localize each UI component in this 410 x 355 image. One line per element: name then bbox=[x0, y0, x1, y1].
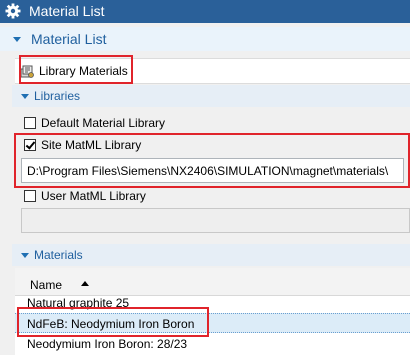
chevron-down-icon[interactable] bbox=[21, 94, 29, 99]
library-materials-label: Library Materials bbox=[39, 64, 128, 78]
material-name-cell: Neodymium Iron Boron: 28/23 bbox=[27, 337, 188, 351]
table-row-selected[interactable]: NdFeB: Neodymium Iron Boron bbox=[15, 313, 410, 333]
chevron-down-icon[interactable] bbox=[13, 37, 21, 42]
user-library-label: User MatML Library bbox=[41, 189, 146, 203]
material-name-cell: Natural graphite 25 bbox=[27, 296, 130, 310]
chevron-down-icon[interactable] bbox=[21, 253, 29, 258]
section-title: Material List bbox=[31, 31, 107, 47]
section-header-libraries[interactable]: Libraries bbox=[12, 85, 410, 107]
site-library-label: Site MatML Library bbox=[41, 138, 142, 152]
sort-ascending-icon bbox=[81, 281, 89, 286]
user-library-checkbox[interactable] bbox=[24, 190, 36, 202]
section-title: Libraries bbox=[34, 89, 81, 103]
section-title: Materials bbox=[34, 248, 83, 262]
title-bar: Material List bbox=[0, 0, 410, 23]
default-library-checkbox[interactable] bbox=[24, 117, 36, 129]
materials-table: Name Natural graphite 25 NdFeB: Neodymiu… bbox=[15, 268, 410, 355]
section-header-materials[interactable]: Materials bbox=[12, 244, 410, 266]
window-title: Material List bbox=[29, 3, 105, 19]
site-library-path-field[interactable]: D:\Program Files\Siemens\NX2406\SIMULATI… bbox=[21, 158, 404, 183]
user-library-path-field[interactable] bbox=[21, 208, 410, 233]
library-materials-icon bbox=[20, 65, 34, 78]
gear-icon bbox=[5, 3, 21, 19]
material-name-cell: NdFeB: Neodymium Iron Boron bbox=[27, 317, 195, 331]
library-materials-button[interactable]: Library Materials bbox=[15, 58, 410, 84]
table-row[interactable]: Natural graphite 25 bbox=[15, 293, 410, 313]
column-header-name[interactable]: Name bbox=[15, 268, 410, 296]
default-library-label: Default Material Library bbox=[41, 116, 166, 130]
section-header-material-list[interactable]: Material List bbox=[0, 27, 410, 51]
table-row[interactable]: Neodymium Iron Boron: 28/23 bbox=[15, 334, 410, 354]
site-library-checkbox[interactable] bbox=[24, 139, 36, 151]
column-header-label: Name bbox=[30, 278, 63, 292]
